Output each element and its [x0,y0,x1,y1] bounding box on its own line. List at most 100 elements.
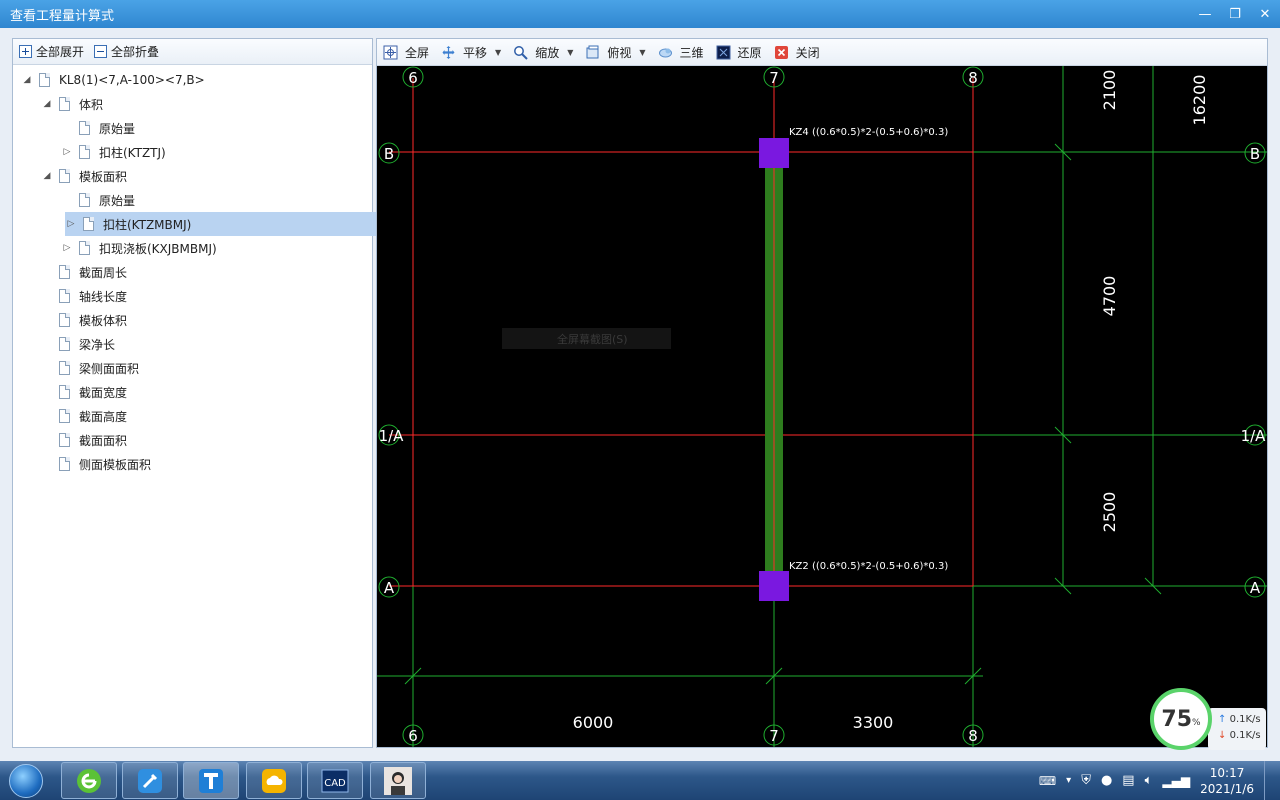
tree-node-label: 模板面积 [79,169,128,184]
document-icon [59,313,70,327]
close-drawing-button[interactable]: 关闭 [774,44,820,61]
qq-icon[interactable]: ● [1101,773,1112,788]
title-bar: 查看工程量计算式 — ❐ ✕ [0,0,1280,28]
document-icon [59,97,70,111]
restore-button[interactable]: ❐ [1220,0,1250,28]
close-drawing-label: 关闭 [795,45,820,60]
tree-node[interactable]: 截面面积 [41,428,127,452]
tree-node[interactable]: 截面宽度 [41,380,127,404]
collapse-arrow-icon[interactable]: ◢ [41,99,53,109]
collapse-arrow-icon[interactable]: ◢ [21,75,33,85]
column-kz4-label: KZ4 ((0.6*0.5)*2-(0.5+0.6)*0.3) [789,127,948,138]
minimize-button[interactable]: — [1190,0,1220,28]
collapse-all-label: 全部折叠 [111,45,160,59]
tree-node-label: KL8(1)<7,A-100><7,B> [59,73,205,87]
dim-label-2500: 2500 [1100,492,1119,533]
memory-percent: 75 [1161,706,1193,732]
zoom-label: 缩放 [535,45,560,60]
cloud-icon [262,768,286,793]
shield-icon[interactable]: ⛨ [1081,773,1091,788]
axis-label-b-left: B [384,145,394,163]
tree-node[interactable]: 梁侧面面积 [41,356,139,380]
chevron-down-icon: ▼ [639,47,646,57]
tree-node[interactable]: ◢ 体积 [41,92,103,116]
topview-button[interactable]: 俯视 ▼ [585,44,646,61]
collapse-arrow-icon[interactable]: ◢ [41,171,53,181]
taskbar-app-browser[interactable] [61,762,117,799]
tree-node[interactable]: ◢ KL8(1)<7,A-100><7,B> [21,68,205,92]
expand-arrow-icon[interactable]: ▷ [61,243,73,253]
clock-date: 2021/1/6 [1200,781,1254,796]
axis-label-a-right: A [1250,579,1261,597]
pan-button[interactable]: 平移 ▼ [441,44,501,61]
document-icon [83,217,94,231]
upload-icon: ↑ [1218,714,1227,725]
axis-label-8-bottom: 8 [968,727,978,745]
document-icon [59,361,70,375]
pan-icon [442,45,455,59]
tree-node-label: 侧面模板面积 [79,457,152,472]
expand-icon [19,45,32,58]
taskbar-app-photo[interactable] [370,762,426,799]
pan-label: 平移 [463,45,488,60]
network-speed-widget[interactable]: ↑ 0.1K/s ↓ 0.1K/s 75% [1150,688,1268,750]
clock[interactable]: 10:17 2021/1/6 [1200,765,1254,797]
tree-node[interactable]: 模板体积 [41,308,127,332]
expand-all-button[interactable]: 全部展开 [19,43,84,60]
threed-button[interactable]: 三维 [658,44,704,61]
clock-time: 10:17 [1209,765,1245,780]
tree-node-label: 梁净长 [79,337,116,352]
drawing-canvas[interactable]: 6 7 8 6 7 8 B 1/A A B 1/A A 6000 3300 21 [377,66,1267,747]
column-kz2[interactable] [759,571,789,601]
tray-expand-icon[interactable]: ▾ [1066,775,1071,786]
restore-label: 还原 [737,45,762,60]
tree-node[interactable]: ◢ 模板面积 [41,164,127,188]
close-button[interactable]: ✕ [1250,0,1280,28]
tree-node[interactable]: 侧面模板面积 [41,452,151,476]
tree-node[interactable]: 轴线长度 [41,284,127,308]
tree-node[interactable]: ▷ 扣柱(KTZMBMJ) [65,212,386,236]
tree-node-label: 扣柱(KTZMBMJ) [103,217,192,232]
dim-label-3300: 3300 [853,713,894,732]
tree-node[interactable]: 截面高度 [41,404,127,428]
taskbar-app-cad[interactable]: CAD [307,762,363,799]
close-icon [774,45,788,59]
collapse-all-button[interactable]: 全部折叠 [94,43,159,60]
taskbar-app-cloud[interactable] [246,762,302,799]
chevron-down-icon: ▼ [495,47,502,57]
tree-node[interactable]: 原始量 [61,188,135,212]
expand-arrow-icon[interactable]: ▷ [61,147,73,157]
screenshot-tooltip: 全屏幕截图(S) [557,332,628,346]
restore-view-button[interactable]: 还原 [716,44,762,61]
start-button[interactable] [4,761,48,800]
volume-icon[interactable]: 🔈︎ [1145,773,1153,788]
tree-node[interactable]: 截面周长 [41,260,127,284]
show-desktop-button[interactable] [1264,761,1268,800]
fullscreen-button[interactable]: 全屏 [383,44,429,61]
chevron-down-icon: ▼ [567,47,574,57]
keyboard-icon[interactable]: ⌨ [1039,774,1056,788]
tree-node[interactable]: ▷ 扣柱(KTZTJ) [61,140,166,164]
avatar-icon [384,766,412,795]
expand-arrow-icon[interactable]: ▷ [65,219,77,229]
drawing-panel: 全屏 平移 ▼ 缩放 ▼ 俯视 ▼ 三维 还原 关闭 6 7 8 6 7 8 B… [376,38,1268,748]
tree-node-label: 扣现浇板(KXJBMBMJ) [99,241,217,256]
taskbar-app-tool[interactable] [122,762,178,799]
wrench-icon [138,768,162,793]
tree-node-label: 截面高度 [79,409,128,424]
tree-node[interactable]: 梁净长 [41,332,115,356]
clipboard-icon[interactable]: ▤ [1122,773,1134,788]
tree-node[interactable]: ▷ 扣现浇板(KXJBMBMJ) [61,236,217,260]
document-icon [39,73,50,87]
signal-icon[interactable]: ▂▄▆ [1162,774,1190,788]
tree-node-label: 截面周长 [79,265,128,280]
zoom-button[interactable]: 缩放 ▼ [513,44,573,61]
topview-label: 俯视 [607,45,632,60]
cad-icon: CAD [321,769,349,792]
percent-sign: % [1192,718,1201,728]
tree-node[interactable]: 原始量 [61,116,135,140]
taskbar-app-t[interactable] [183,762,239,799]
column-kz4[interactable] [759,138,789,168]
expand-all-label: 全部展开 [36,45,85,59]
tree-node-label: 体积 [79,97,104,112]
